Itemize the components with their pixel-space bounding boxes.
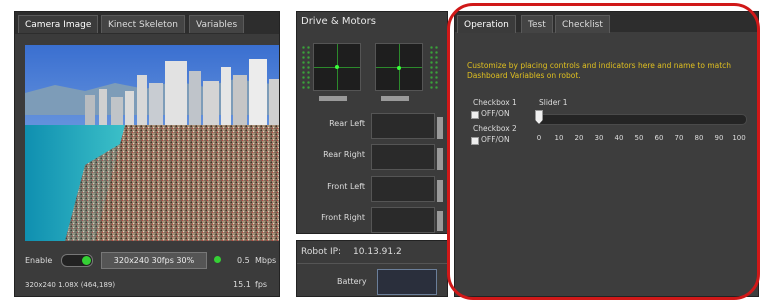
motor-label-front-right: Front Right: [321, 213, 365, 222]
bandwidth-value: 0.5: [237, 256, 250, 265]
slider1-tick-label: 70: [674, 134, 684, 142]
checkbox2-box[interactable]: [471, 137, 479, 145]
motor-bar-front-left: [371, 176, 435, 202]
enable-toggle[interactable]: [61, 254, 93, 267]
joystick-left-bar: [319, 96, 347, 101]
slider1-tick-label: 60: [654, 134, 664, 142]
checkbox2-text: OFF/ON: [481, 135, 510, 144]
enable-label: Enable: [25, 256, 53, 265]
camera-tabbar: Camera Image Kinect Skeleton Variables: [15, 12, 279, 34]
checkbox1-text: OFF/ON: [481, 109, 510, 118]
drive-motors-title: Drive & Motors: [301, 16, 376, 27]
motor-bar-rear-right: [371, 144, 435, 170]
camera-format-button[interactable]: 320x240 30fps 30%: [101, 252, 207, 269]
tab-variables[interactable]: Variables: [189, 15, 245, 33]
slider1-label: Slider 1: [539, 98, 568, 107]
camera-image: [25, 45, 279, 241]
joystick-left-dots: [301, 45, 311, 91]
slider1-tick-label: 10: [554, 134, 564, 142]
slider1-tick-label: 90: [714, 134, 724, 142]
slider1-tick-label: 80: [694, 134, 704, 142]
instructions-text: Customize by placing controls and indica…: [467, 61, 732, 80]
motor-slider-front-right: [437, 211, 443, 231]
operation-panel: Operation Test Checklist Customize by pl…: [454, 11, 759, 297]
tab-operation[interactable]: Operation: [457, 15, 516, 33]
checkbox2-label: Checkbox 2: [473, 124, 517, 133]
tab-kinect-skeleton[interactable]: Kinect Skeleton: [101, 15, 185, 33]
robot-ip-value: 10.13.91.2: [353, 247, 402, 257]
slider1-track[interactable]: [537, 114, 747, 125]
motor-bar-rear-left: [371, 113, 435, 139]
motor-slider-rear-right: [437, 148, 443, 170]
tab-camera-image[interactable]: Camera Image: [18, 15, 99, 33]
joystick-right-dots: [429, 45, 439, 91]
motor-label-rear-left: Rear Left: [329, 119, 365, 128]
joystick-right-display: [375, 43, 423, 91]
camera-panel: Camera Image Kinect Skeleton Variables E…: [14, 11, 280, 297]
tab-checklist[interactable]: Checklist: [555, 15, 610, 33]
slider1-scale: 0 10 20 30 40 50 60 70 80 90 100: [536, 134, 746, 144]
drive-motors-panel: Drive & Motors Rear Left Rear Right Fron…: [296, 11, 448, 234]
slider1-tick-label: 100: [732, 134, 746, 142]
motor-bar-front-right: [371, 207, 435, 233]
fps-value: 15.1: [233, 280, 251, 289]
checkbox1-label: Checkbox 1: [473, 98, 517, 107]
bandwidth-unit: Mbps: [255, 256, 277, 265]
checkbox1-box[interactable]: [471, 111, 479, 119]
joystick-left-display: [313, 43, 361, 91]
joystick-right-bar: [381, 96, 409, 101]
robot-status-panel: Robot IP: 10.13.91.2 Battery: [296, 240, 448, 297]
motor-label-rear-right: Rear Right: [323, 150, 365, 159]
slider1-tick-label: 20: [574, 134, 584, 142]
battery-label: Battery: [337, 277, 367, 286]
slider1-tick-label: 30: [594, 134, 604, 142]
resolution-info: 320x240 1.08X (464,189): [25, 281, 116, 289]
fps-unit: fps: [255, 280, 268, 289]
slider1-tick-label: 50: [634, 134, 644, 142]
slider1-tick-label: 40: [614, 134, 624, 142]
stream-indicator-light: [214, 256, 221, 263]
motor-label-front-left: Front Left: [327, 182, 365, 191]
robot-ip-label: Robot IP:: [301, 247, 342, 257]
joystick-right-marker: [397, 66, 401, 70]
tab-test[interactable]: Test: [521, 15, 553, 33]
motor-slider-front-left: [437, 180, 443, 202]
toggle-knob: [82, 256, 91, 265]
operation-tabbar: Operation Test Checklist: [455, 12, 758, 33]
battery-indicator: [377, 269, 437, 295]
joystick-left-marker: [335, 65, 339, 69]
motor-slider-rear-left: [437, 117, 443, 139]
slider1-tick-label: 0: [536, 134, 542, 142]
